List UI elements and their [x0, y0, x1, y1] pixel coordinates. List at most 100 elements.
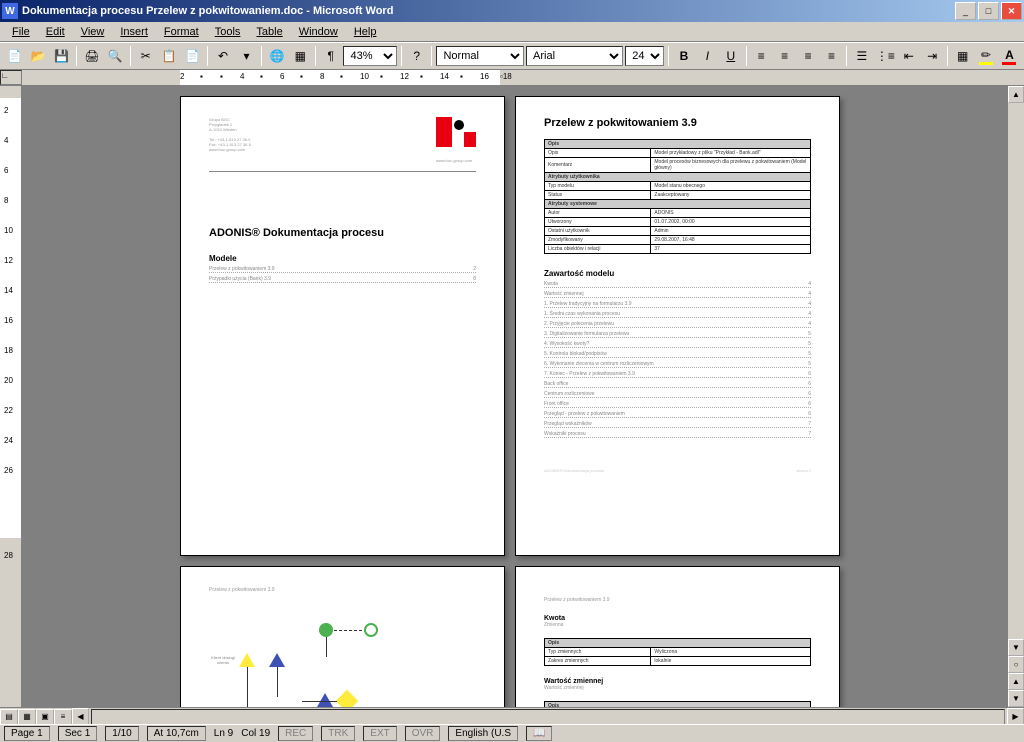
copy-icon[interactable]: 📋: [159, 45, 180, 67]
title-bar: W Dokumentacja procesu Przelew z pokwito…: [0, 0, 1024, 22]
highlight-icon[interactable]: ✏: [975, 45, 996, 67]
style-select[interactable]: Normal: [436, 46, 524, 66]
help-icon[interactable]: ?: [406, 45, 427, 67]
toc-item: Wartość zmiennej4: [544, 291, 811, 298]
cut-icon[interactable]: ✂: [135, 45, 156, 67]
status-pages: 1/10: [105, 726, 138, 741]
underline-button[interactable]: U: [720, 45, 741, 67]
tables-borders-icon[interactable]: ▦: [290, 45, 311, 67]
minimize-button[interactable]: _: [955, 2, 976, 20]
web-layout-view-icon[interactable]: ▦: [18, 709, 36, 725]
italic-button[interactable]: I: [697, 45, 718, 67]
status-ext[interactable]: EXT: [363, 726, 396, 741]
save-icon[interactable]: 💾: [51, 45, 72, 67]
standard-toolbar: 📄 📂 💾 🖨 🔍 ✂ 📋 📄 ↶ ▾ 🌐 ▦ ¶ 43% ? Normal A…: [0, 42, 1024, 70]
scroll-down-icon[interactable]: ▼: [1008, 639, 1024, 656]
borders-icon[interactable]: ▦: [952, 45, 973, 67]
close-button[interactable]: ✕: [1001, 2, 1022, 20]
status-line: Ln 9: [214, 728, 233, 739]
scroll-left-icon[interactable]: ◀: [72, 708, 89, 725]
numbering-icon[interactable]: ☰: [851, 45, 872, 67]
word-app-icon: W: [2, 3, 18, 19]
vertical-scrollbar[interactable]: ▲ ▼ ○ ▲ ▼: [1007, 86, 1024, 707]
status-bar: Page 1 Sec 1 1/10 At 10,7cm Ln 9 Col 19 …: [0, 724, 1024, 742]
status-ovr[interactable]: OVR: [405, 726, 441, 741]
page-1[interactable]: Grupa BOC Przygładek 1 A-1010 Wiedeń Tel…: [180, 96, 505, 556]
justify-icon[interactable]: ≡: [821, 45, 842, 67]
bullets-icon[interactable]: ⋮≡: [875, 45, 896, 67]
scroll-right-icon[interactable]: ▶: [1007, 708, 1024, 725]
menu-insert[interactable]: Insert: [112, 24, 156, 40]
bold-button[interactable]: B: [673, 45, 694, 67]
font-color-icon[interactable]: A: [999, 45, 1020, 67]
menu-help[interactable]: Help: [346, 24, 385, 40]
status-section: Sec 1: [58, 726, 98, 741]
menu-table[interactable]: Table: [248, 24, 290, 40]
decrease-indent-icon[interactable]: ⇤: [898, 45, 919, 67]
menu-format[interactable]: Format: [156, 24, 207, 40]
horizontal-scrollbar[interactable]: [91, 709, 1005, 725]
menu-edit[interactable]: Edit: [38, 24, 73, 40]
info-table: Opis OpisModel przykładowy z pliku "Przy…: [544, 139, 811, 254]
font-select[interactable]: Arial: [526, 46, 623, 66]
undo-icon[interactable]: ↶: [212, 45, 233, 67]
toc-item: Centrum rozliczeniowe6: [544, 391, 811, 398]
toc-item: 2. Przyjęcie polecenia przelewu4: [544, 321, 811, 328]
toc-item: 6. Wykonanie zlecenia w centrum rozlicze…: [544, 361, 811, 368]
prev-page-icon[interactable]: ▲: [1008, 673, 1024, 690]
scroll-up-icon[interactable]: ▲: [1008, 86, 1024, 103]
browse-object-icon[interactable]: ○: [1008, 656, 1024, 673]
tab-selector[interactable]: ∟: [0, 70, 22, 85]
horizontal-ruler[interactable]: ∟ 2 ▪ ▪ 4 ▪ 6 ▪ 8 ▪ 10 ▪ 12 ▪ 14 ▪ 16 ▫1…: [0, 70, 1024, 86]
toc-item: 3. Digitalizowanie formularza przelewu5: [544, 331, 811, 338]
normal-view-icon[interactable]: ▤: [0, 709, 18, 725]
menu-bar: File Edit View Insert Format Tools Table…: [0, 22, 1024, 42]
page-2[interactable]: Przelew z pokwitowaniem 3.9 Opis OpisMod…: [515, 96, 840, 556]
company-address: Grupa BOC Przygładek 1 A-1010 Wiedeń Tel…: [209, 117, 251, 171]
window-title: Dokumentacja procesu Przelew z pokwitowa…: [22, 5, 953, 17]
show-hide-icon[interactable]: ¶: [320, 45, 341, 67]
print-layout-view-icon[interactable]: ▣: [36, 709, 54, 725]
align-left-icon[interactable]: ≡: [751, 45, 772, 67]
font-size-select[interactable]: 24: [625, 46, 664, 66]
menu-file[interactable]: File: [4, 24, 38, 40]
toc-item: Przegląd - przelew z pokwitowaniem6: [544, 411, 811, 418]
status-language[interactable]: English (U.S: [448, 726, 518, 741]
page-3[interactable]: Przelew z pokwitowaniem 3.9 Klient obsłu…: [180, 566, 505, 707]
doc-heading: ADONIS® Dokumentacja procesu: [209, 227, 476, 239]
document-area: 2 4 6 8 10 12 14 16 18 20 22 24 26 28 Gr…: [0, 86, 1024, 707]
horizontal-scroll-row: ▤ ▦ ▣ ≡ ◀ ▶: [0, 707, 1024, 725]
process-diagram: Klient obsługi klienta Zgłoszenie zlecen…: [209, 623, 476, 707]
toc-item: 4. Wysokość kwoty?5: [544, 341, 811, 348]
status-book-icon[interactable]: 📖: [526, 726, 552, 741]
status-trk[interactable]: TRK: [321, 726, 355, 741]
outline-view-icon[interactable]: ≡: [54, 709, 72, 725]
maximize-button[interactable]: □: [978, 2, 999, 20]
open-icon[interactable]: 📂: [27, 45, 48, 67]
zoom-select[interactable]: 43%: [343, 46, 397, 66]
print-icon[interactable]: 🖨: [81, 45, 102, 67]
next-page-icon[interactable]: ▼: [1008, 690, 1024, 707]
status-at: At 10,7cm: [147, 726, 206, 741]
print-preview-icon[interactable]: 🔍: [105, 45, 126, 67]
align-right-icon[interactable]: ≡: [797, 45, 818, 67]
menu-window[interactable]: Window: [291, 24, 346, 40]
toc-item: Back office6: [544, 381, 811, 388]
document-canvas[interactable]: Grupa BOC Przygładek 1 A-1010 Wiedeń Tel…: [22, 86, 1007, 707]
vertical-ruler[interactable]: 2 4 6 8 10 12 14 16 18 20 22 24 26 28: [0, 86, 22, 707]
status-col: Col 19: [241, 728, 270, 739]
dropdown-icon[interactable]: ▾: [236, 45, 257, 67]
toc-item: 1. Średni czas wykonania procesu4: [544, 311, 811, 318]
menu-tools[interactable]: Tools: [207, 24, 249, 40]
content-header: Zawartość modelu: [544, 269, 811, 278]
align-center-icon[interactable]: ≡: [774, 45, 795, 67]
status-rec[interactable]: REC: [278, 726, 313, 741]
paste-icon[interactable]: 📄: [182, 45, 203, 67]
increase-indent-icon[interactable]: ⇥: [921, 45, 942, 67]
toc-item: Front office6: [544, 401, 811, 408]
hyperlink-icon[interactable]: 🌐: [266, 45, 287, 67]
menu-view[interactable]: View: [73, 24, 113, 40]
toc-item: 7. Koniec - Przelew z pokwitowaniem 3.96: [544, 371, 811, 378]
new-document-icon[interactable]: 📄: [4, 45, 25, 67]
page-4[interactable]: Przelew z pokwitowaniem 3.9 Kwota Zmienn…: [515, 566, 840, 707]
